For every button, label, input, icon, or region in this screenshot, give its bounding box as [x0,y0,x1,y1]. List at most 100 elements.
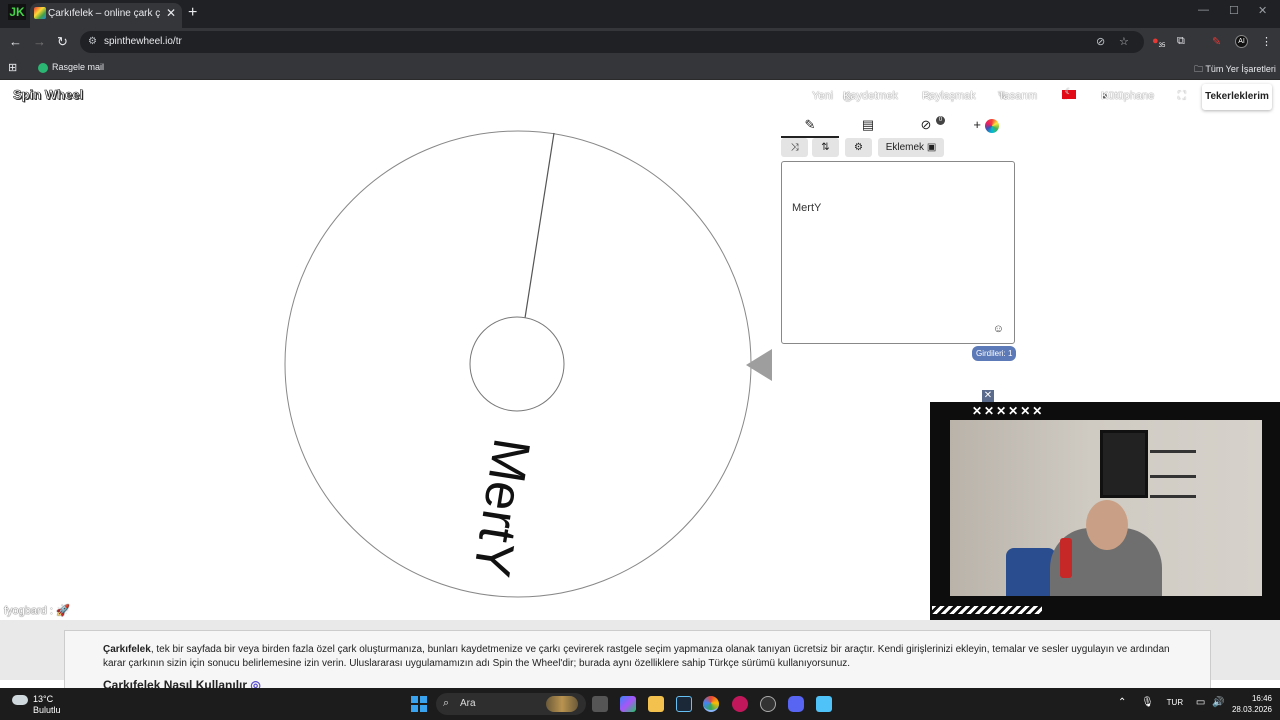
back-arrow-icon[interactable]: ← [9,34,22,49]
eye-off-icon[interactable]: ⊘ [1096,35,1105,48]
image-icon: ▣ [926,142,937,153]
search-placeholder: Ara [460,698,476,709]
tab-add-wheel[interactable]: + [957,114,1015,138]
tab-entries-edit[interactable]: ✎ [781,114,839,138]
pencil-icon: ✎ [804,117,816,132]
steam-icon[interactable] [676,696,692,712]
taskbar-search[interactable]: ⌕ Ara [436,693,586,715]
extension-jk-icon[interactable]: JK [8,4,26,20]
microphone [1060,538,1072,578]
my-wheels-button[interactable]: Tekerleklerim [1202,84,1272,110]
info-description: , tek bir sayfada bir veya birden fazla … [103,644,1170,669]
network-icon[interactable]: ▭ [1196,697,1205,708]
forward-arrow-icon[interactable]: → [33,34,46,49]
address-url[interactable]: spinthewheel.io/tr [104,36,182,47]
task-view-icon[interactable] [592,696,608,712]
nav-new[interactable]: Yeni [812,90,833,102]
ai-chip-icon: ⚙ [854,142,863,153]
tray-chevron-icon[interactable]: ⌃ [1118,697,1126,708]
apps-grid-icon[interactable]: ⊞ [8,61,17,74]
pen-extension-icon[interactable]: ✎ [1212,35,1221,48]
volume-icon[interactable]: 🔊 [1212,697,1224,708]
extension-badge-count: 35 [1158,43,1166,50]
sort-button[interactable]: ⇅ [812,138,839,157]
browser-tab-active[interactable]: Çarkıfelek – online çark çevirme ✕ [30,3,182,28]
clock-time: 16:46 [1251,694,1272,703]
poster-frame [1100,430,1148,498]
tab-hidden[interactable]: ⊘ [897,114,955,138]
fullscreen-icon[interactable]: ⛶ [1178,90,1186,103]
chat-overlay-username: fyogbard : 🚀 [4,605,70,617]
person-head [1086,500,1128,550]
all-bookmarks-folder[interactable]: 🗀 Tüm Yer İşaretleri [1194,62,1276,78]
ai-button[interactable]: ⚙ [845,138,872,157]
clock-date: 28.03.2026 [1231,705,1272,714]
obs-icon[interactable] [760,696,776,712]
folder-icon: 🗀 [1194,64,1206,74]
add-image-button[interactable]: Eklemek ▣ [878,138,944,157]
webcam-stripes [932,606,1042,614]
shuffle-icon: ⤨ [790,142,799,153]
maximize-window-icon[interactable]: ☐ [1229,4,1239,17]
site-logo[interactable]: Spin Wheel [13,87,84,103]
chrome-icon[interactable] [703,696,719,712]
info-section: Çarkıfelek, tek bir sayfada bir veya bir… [0,620,1280,692]
entries-textarea[interactable]: MertY ☺ [781,161,1015,344]
tab-close-icon[interactable]: ✕ [166,6,176,20]
weather-widget[interactable]: 13°C Bulutlu [12,694,61,715]
microsoft-365-icon[interactable] [620,696,636,712]
file-explorer-icon[interactable] [648,696,664,712]
color-wheel-icon [984,118,999,133]
cloud-icon [12,694,28,705]
shelf [1150,475,1196,478]
microphone-icon[interactable]: 🎙 [1141,697,1154,708]
clipboard-icon: ▤ [861,117,875,132]
eye-slash-icon: ⊘ [920,117,932,132]
weather-temp: 13°C [33,694,54,704]
info-brand: Çarkıfelek [103,644,151,655]
emoji-icon[interactable]: ☺ [993,323,1004,335]
page-content: Spin Wheel Yeni ◎ Kaydetmek ≺ Paylaşmak … [0,80,1280,692]
discord-icon[interactable] [788,696,804,712]
webcam-video-feed [950,420,1262,596]
spin-wheel[interactable]: MertY [280,128,756,600]
webcam-overlay: ✕✕✕✕✕✕ [930,402,1280,620]
bookmark-star-icon[interactable]: ☆ [1119,35,1129,48]
webcam-frame-marks: ✕✕✕✕✕✕ [972,404,1045,418]
new-tab-button[interactable]: + [188,4,197,22]
close-window-icon[interactable]: ✕ [1258,4,1267,17]
extensions-puzzle-icon[interactable]: ⧉ [1177,35,1185,48]
windows-taskbar: 13°C Bulutlu ⌕ Ara ⌃ 🎙 TUR ▭ 🔊 16:46 28.… [0,688,1280,720]
address-bar[interactable]: ⚙ spinthewheel.io/tr ⊘ ☆ [80,31,1144,53]
info-card: Çarkıfelek, tek bir sayfada bir veya bir… [64,630,1211,692]
entry-text[interactable]: MertY [792,202,821,214]
browser-toolbar: ← → ↻ ⚙ spinthewheel.io/tr ⊘ ☆ ●35 ⧉ ✎ ⋮ [0,28,1280,56]
input-language[interactable]: TUR [1167,698,1183,707]
shelf [1150,450,1196,453]
search-highlight-image [546,696,578,712]
bookmarks-bar: ⊞ Rasgele mail 🗀 Tüm Yer İşaretleri [0,56,1280,80]
webcam-close-button[interactable]: ✕ [982,390,994,402]
media-app-icon[interactable] [732,696,748,712]
system-tray: ⌃ 🎙 TUR ▭ 🔊 [1118,697,1225,708]
tab-results[interactable]: ▤ 0 [839,114,945,138]
sort-icon: ⇅ [821,142,830,153]
notepad-icon[interactable] [816,696,832,712]
taskbar-clock[interactable]: 16:46 28.03.2026 [1228,693,1272,715]
bookmark-favicon-icon [38,62,48,73]
site-info-icon[interactable]: ⚙ [88,36,97,47]
minimize-window-icon[interactable]: — [1198,4,1209,16]
start-windows-icon[interactable] [411,696,427,712]
chair [1006,548,1056,596]
profile-avatar[interactable]: AI [1235,35,1248,48]
bookmark-rasgele-mail[interactable]: Rasgele mail [38,62,104,73]
search-icon: ⌕ [443,697,450,709]
shuffle-button[interactable]: ⤨ [781,138,808,157]
wheel-center-hub[interactable] [469,316,565,412]
extension-badge-icon[interactable]: ●35 [1152,35,1165,49]
shelf [1150,495,1196,498]
tab-title: Çarkıfelek – online çark çevirme [48,8,160,19]
menu-dots-icon[interactable]: ⋮ [1261,35,1272,48]
reload-icon[interactable]: ↻ [57,34,68,50]
weather-condition: Bulutlu [33,705,61,715]
